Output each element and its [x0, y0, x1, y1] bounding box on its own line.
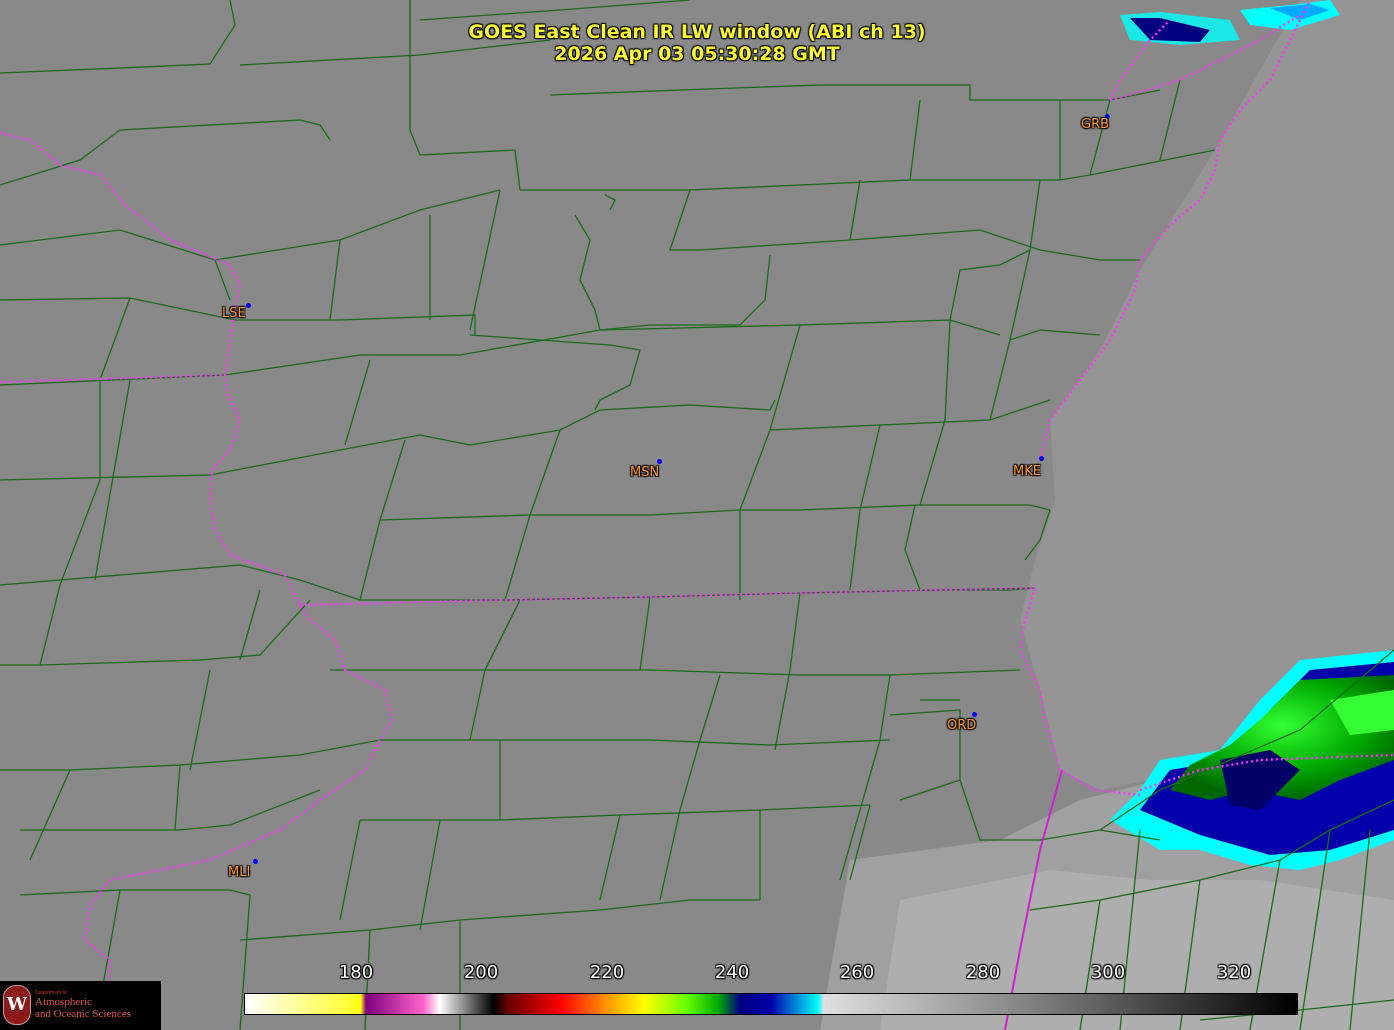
colorbar-tick: 260: [839, 962, 875, 983]
uw-seal-icon: W: [3, 985, 31, 1025]
city-dot-mke: [1039, 456, 1044, 461]
map-title-line1: GOES East Clean IR LW window (ABI ch 13): [468, 21, 926, 43]
logo-oceanic-text: and Oceanic Sciences: [35, 1008, 131, 1020]
city-dot-mli: [253, 859, 258, 864]
colorbar-tick: 320: [1216, 962, 1252, 983]
colorbar-tick: 240: [714, 962, 750, 983]
colorbar-tick: 300: [1090, 962, 1126, 983]
colorbar-tick: 180: [338, 962, 374, 983]
city-dot-ord: [972, 712, 977, 717]
city-label-mke: MKE: [1013, 464, 1041, 479]
map-title-line2: 2026 Apr 03 05:30:28 GMT: [554, 43, 840, 65]
satellite-map: [0, 0, 1394, 1030]
colorbar-tick: 280: [965, 962, 1001, 983]
city-dot-lse: [246, 303, 251, 308]
city-label-ord: ORD: [947, 718, 977, 733]
colorbar-tick: 220: [589, 962, 625, 983]
logo-atmospheric-text: Atmospheric: [35, 996, 92, 1008]
city-dot-msn: [657, 459, 662, 464]
city-label-mli: MLI: [228, 865, 251, 880]
city-label-lse: LSE: [222, 306, 246, 321]
temperature-colorbar: [244, 993, 1298, 1015]
city-label-grb: GRB: [1081, 117, 1110, 132]
aos-logo: W Department of Atmospheric and Oceanic …: [0, 981, 161, 1030]
colorbar-tick: 200: [463, 962, 499, 983]
city-label-msn: MSN: [630, 465, 660, 480]
